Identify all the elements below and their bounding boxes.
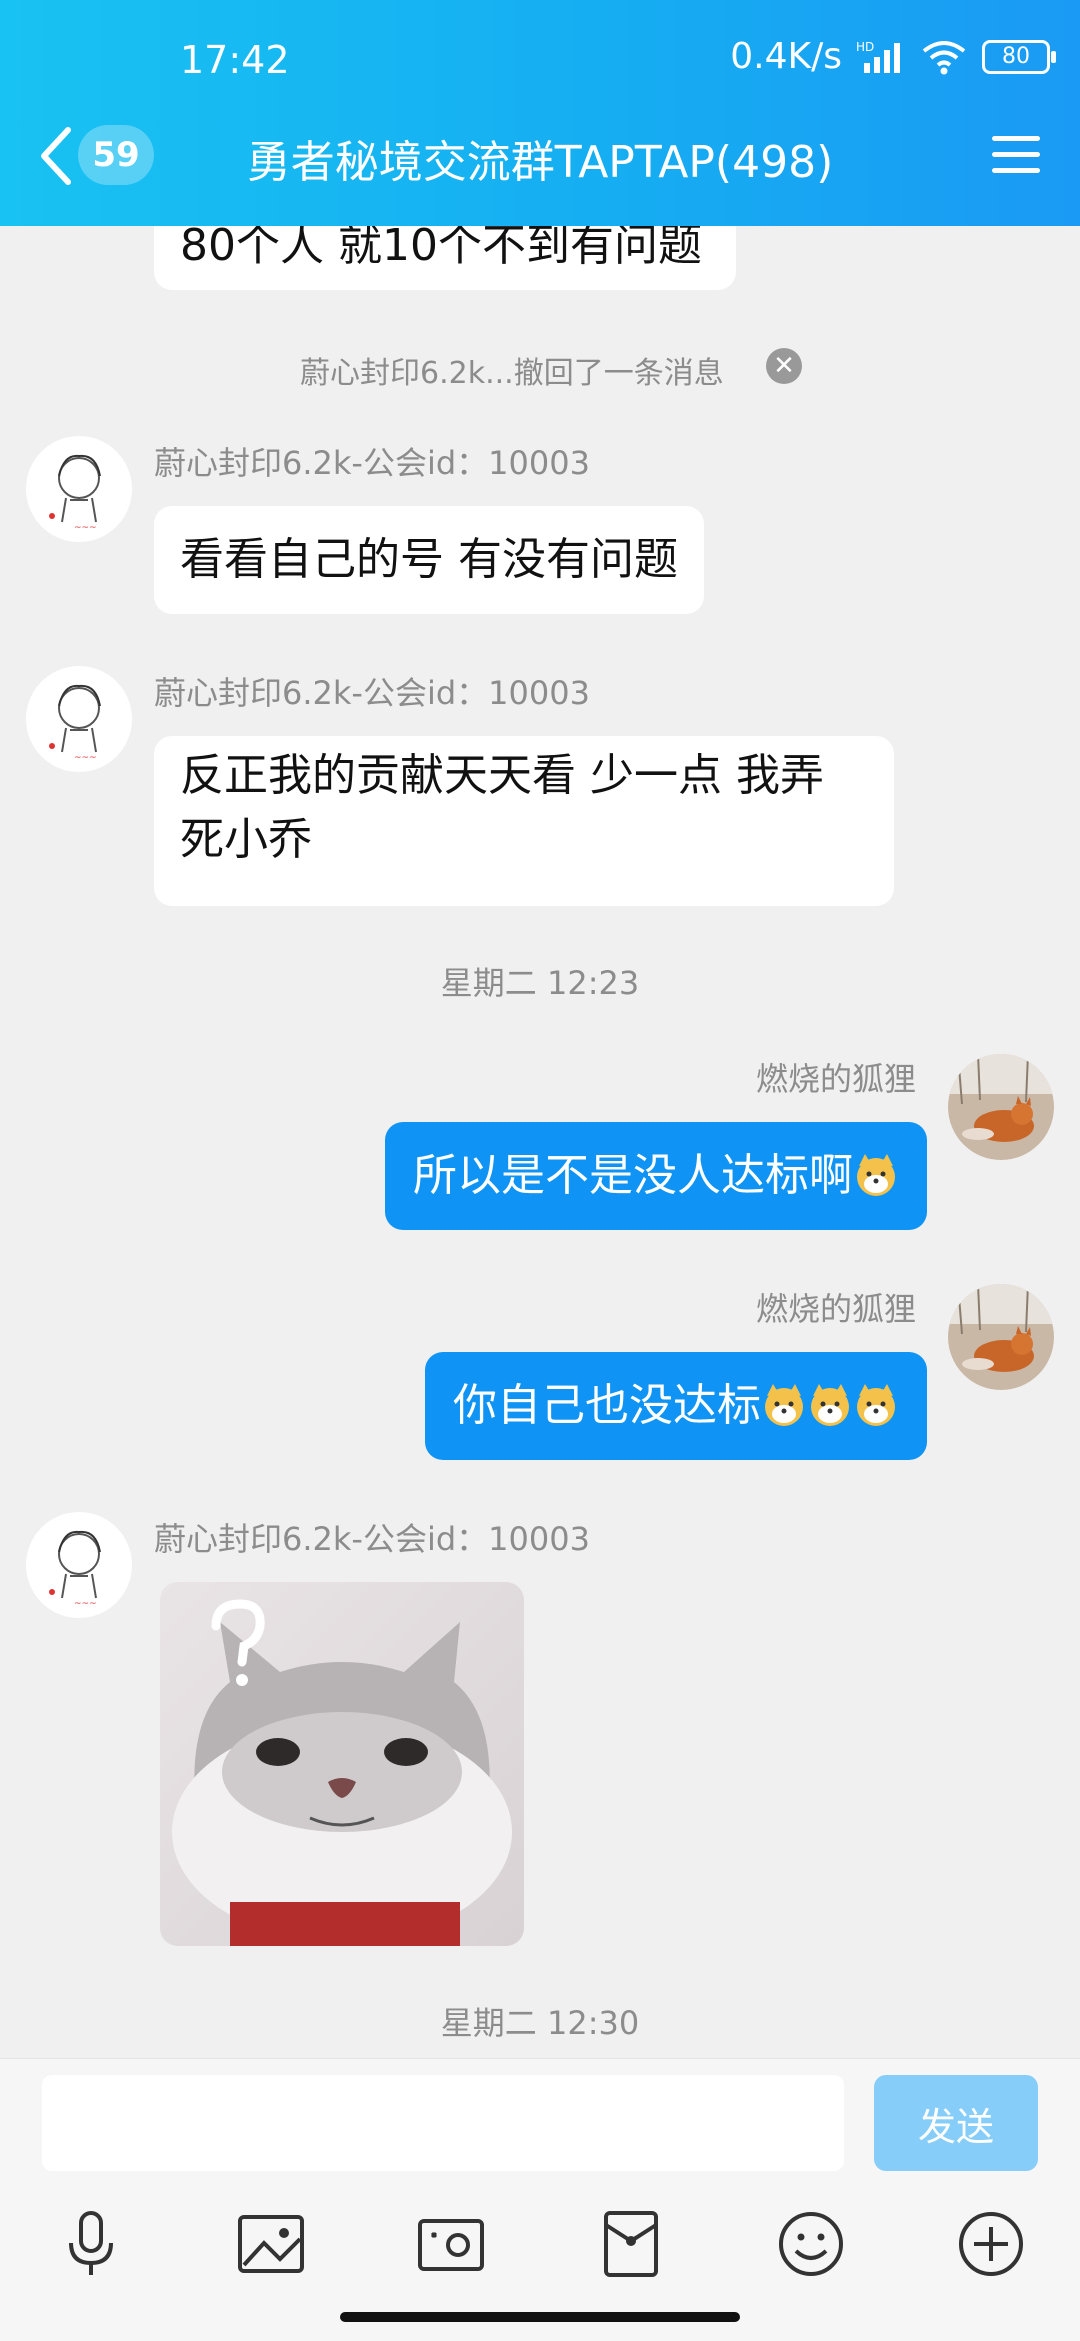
svg-text:~~~: ~~~	[74, 753, 97, 763]
message-bubble[interactable]: 反正我的贡献天天看 少一点 我弄 死小乔	[154, 736, 894, 906]
chat-header: 17:42 0.4K/s HD 80 59 勇者秘境交流群TAPTAP(498)	[0, 0, 1080, 226]
avatar[interactable]	[948, 1054, 1054, 1160]
avatar[interactable]: ~~~	[26, 1512, 132, 1618]
sketch-avatar-icon: ~~~	[49, 684, 101, 763]
sender-name: 蔚心封印6.2k-公会id：10003	[154, 1520, 590, 1558]
battery-icon: 80	[982, 39, 1056, 74]
status-time: 17:42	[180, 38, 290, 82]
sketch-avatar-icon: ~~~	[49, 1530, 101, 1609]
send-button[interactable]: 发送	[874, 2075, 1038, 2171]
menu-icon[interactable]	[992, 136, 1040, 176]
my-message-bubble[interactable]: 你自己也没达标	[425, 1352, 927, 1460]
my-message-bubble[interactable]: 所以是不是没人达标啊	[385, 1122, 927, 1230]
input-area: 发送	[0, 2058, 1080, 2341]
doge-emoji-icon	[765, 1384, 803, 1426]
emoji-icon[interactable]	[774, 2207, 848, 2281]
doge-emoji-icon	[857, 1154, 895, 1196]
plus-icon[interactable]	[954, 2207, 1028, 2281]
message-input[interactable]	[42, 2075, 844, 2171]
cat-sticker-image[interactable]	[160, 1582, 524, 1946]
fox-avatar-icon	[948, 1284, 1054, 1390]
camera-icon[interactable]	[414, 2207, 488, 2281]
network-speed: 0.4K/s	[730, 36, 842, 77]
avatar[interactable]: ~~~	[26, 436, 132, 542]
recall-notice: 蔚心封印6.2k...撤回了一条消息	[300, 356, 724, 391]
microphone-icon[interactable]	[54, 2207, 128, 2281]
image-icon[interactable]	[234, 2207, 308, 2281]
sender-name: 燃烧的狐狸	[755, 1290, 916, 1328]
message-list[interactable]: 80个人 就10个不到有问题 蔚心封印6.2k...撤回了一条消息 ✕ ~~~ …	[0, 226, 1080, 2058]
chat-title: 勇者秘境交流群TAPTAP(498)	[246, 137, 834, 188]
fox-avatar-icon	[948, 1054, 1054, 1160]
svg-text:~~~: ~~~	[74, 523, 97, 533]
sketch-avatar-icon: ~~~	[49, 454, 101, 533]
avatar[interactable]	[948, 1284, 1054, 1390]
avatar[interactable]: ~~~	[26, 666, 132, 772]
close-icon[interactable]: ✕	[766, 348, 802, 384]
timestamp: 星期二 12:30	[440, 2004, 640, 2042]
sender-name: 蔚心封印6.2k-公会id：10003	[154, 674, 590, 712]
sender-name: 蔚心封印6.2k-公会id：10003	[154, 444, 590, 482]
wifi-icon	[922, 40, 966, 74]
sender-name: 燃烧的狐狸	[755, 1060, 916, 1098]
status-icons: 0.4K/s HD 80	[730, 36, 1056, 77]
message-bubble[interactable]: 看看自己的号 有没有问题	[154, 506, 704, 614]
home-indicator[interactable]	[340, 2312, 740, 2322]
timestamp: 星期二 12:23	[440, 964, 640, 1002]
svg-text:HD: HD	[856, 40, 874, 54]
svg-text:~~~: ~~~	[74, 1599, 97, 1609]
red-packet-icon[interactable]	[594, 2207, 668, 2281]
doge-emoji-icon	[811, 1384, 849, 1426]
message-bubble-partial: 80个人 就10个不到有问题	[154, 226, 736, 290]
doge-emoji-icon	[857, 1384, 895, 1426]
signal-icon: HD	[856, 40, 900, 73]
